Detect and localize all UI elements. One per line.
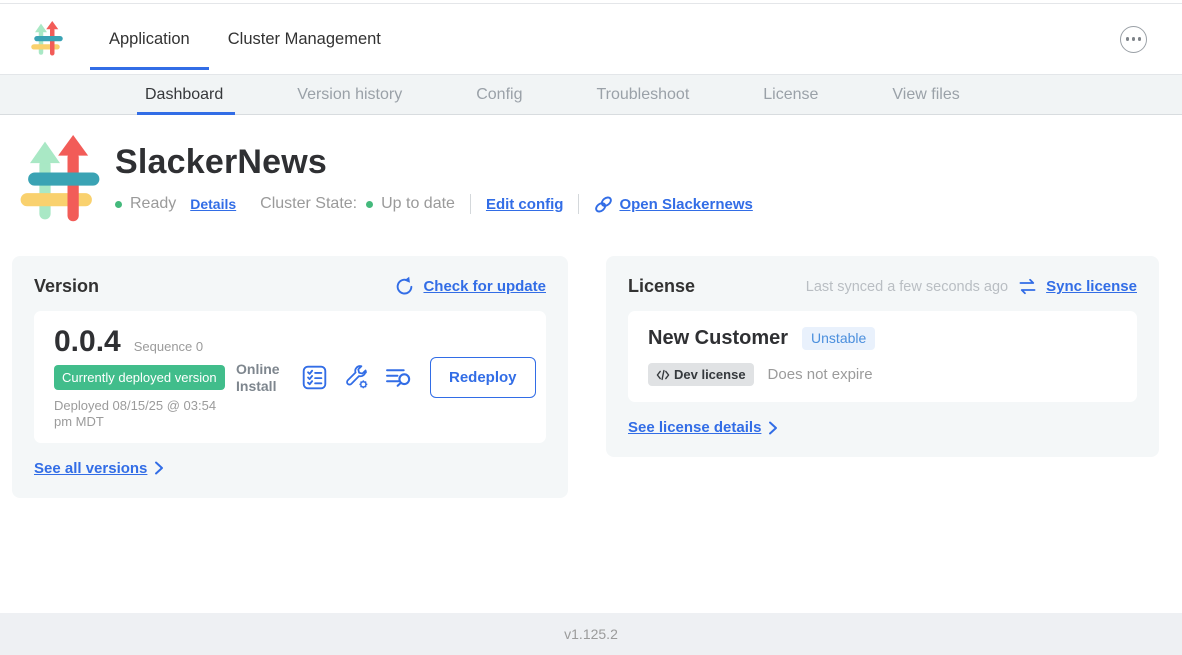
console-footer: v1.125.2 xyxy=(0,613,1182,655)
subnav-tab-view-files[interactable]: View files xyxy=(892,75,959,114)
last-synced-label: Last synced a few seconds ago xyxy=(806,279,1008,295)
config-wrench-gear-icon[interactable] xyxy=(343,364,370,391)
version-card: Version Check for update xyxy=(12,256,568,498)
check-for-update-link[interactable]: Check for update xyxy=(394,276,546,297)
redeploy-button[interactable]: Redeploy xyxy=(430,357,536,398)
code-tag-icon xyxy=(656,369,670,381)
cluster-state-dot xyxy=(366,201,373,208)
app-status-row: Ready Details Cluster State: Up to date … xyxy=(115,194,753,214)
tab-cluster-management-label: Cluster Management xyxy=(228,30,381,49)
app-header: Application Cluster Management xyxy=(0,4,1182,74)
current-version-panel: 0.0.4 Sequence 0 Currently deployed vers… xyxy=(34,311,546,443)
subnav-tab-dashboard-label: Dashboard xyxy=(145,86,223,104)
ellipsis-menu-icon[interactable] xyxy=(1120,26,1147,53)
subnav-tab-config-label: Config xyxy=(476,86,522,104)
open-slackernews-label: Open Slackernews xyxy=(619,196,752,213)
edit-config-link[interactable]: Edit config xyxy=(486,196,564,213)
subnav-tab-troubleshoot[interactable]: Troubleshoot xyxy=(596,75,689,114)
preflight-checklist-icon[interactable] xyxy=(301,364,328,391)
console-version-label: v1.125.2 xyxy=(564,626,618,642)
check-for-update-label: Check for update xyxy=(423,278,546,295)
cluster-state-label: Cluster State: xyxy=(260,195,357,213)
see-license-details-label: See license details xyxy=(628,419,761,436)
ready-status-dot xyxy=(115,201,122,208)
expiration-label: Does not expire xyxy=(768,366,873,383)
subnav-tab-version-history[interactable]: Version history xyxy=(297,75,402,114)
subnav-tab-troubleshoot-label: Troubleshoot xyxy=(596,86,689,104)
chevron-right-icon xyxy=(154,461,164,475)
install-type-label: Online Install xyxy=(236,361,286,395)
tab-cluster-management[interactable]: Cluster Management xyxy=(228,4,381,74)
chevron-right-icon xyxy=(768,421,778,435)
view-logs-icon[interactable] xyxy=(385,365,413,390)
app-heading-block: SlackerNews Ready Details Cluster State:… xyxy=(17,135,1182,225)
sync-license-label: Sync license xyxy=(1046,278,1137,295)
customer-name: New Customer xyxy=(648,327,788,350)
divider xyxy=(470,194,471,214)
license-type-label: Dev license xyxy=(674,367,746,382)
subnav-tab-view-files-label: View files xyxy=(892,86,959,104)
appbar-tabs: Application Cluster Management xyxy=(109,4,381,74)
subnav-tab-license[interactable]: License xyxy=(763,75,818,114)
page: Application Cluster Management Dashboard… xyxy=(0,0,1182,655)
license-card-title: License xyxy=(628,276,695,297)
subnav-tab-version-history-label: Version history xyxy=(297,86,402,104)
dashboard-cards: Version Check for update xyxy=(12,256,1170,498)
channel-badge: Unstable xyxy=(802,327,875,350)
version-number: 0.0.4 xyxy=(54,325,121,359)
deployed-timestamp: Deployed 08/15/25 @ 03:54 pm MDT xyxy=(54,398,236,431)
sync-license-link[interactable]: Sync license xyxy=(1017,278,1137,295)
open-slackernews-link[interactable]: Open Slackernews xyxy=(594,195,752,214)
see-license-details-link[interactable]: See license details xyxy=(628,419,778,436)
main-content: SlackerNews Ready Details Cluster State:… xyxy=(0,115,1182,498)
app-subnav: Dashboard Version history Config Trouble… xyxy=(0,74,1182,115)
details-link[interactable]: Details xyxy=(190,196,236,212)
divider xyxy=(578,194,579,214)
sync-arrows-icon xyxy=(1017,278,1038,295)
slackernews-logo-icon xyxy=(30,21,64,57)
slackernews-logo-large-icon xyxy=(17,135,103,225)
chain-link-icon xyxy=(594,195,613,214)
deployed-badge: Currently deployed version xyxy=(54,365,225,390)
subnav-tab-config[interactable]: Config xyxy=(476,75,522,114)
sequence-label: Sequence 0 xyxy=(134,339,203,354)
license-card: License Last synced a few seconds ago Sy… xyxy=(606,256,1159,457)
tab-application-label: Application xyxy=(109,30,190,49)
cluster-state-value: Up to date xyxy=(381,195,455,213)
license-type-badge: Dev license xyxy=(648,363,754,386)
version-card-title: Version xyxy=(34,276,99,297)
refresh-icon xyxy=(394,276,415,297)
subnav-tab-license-label: License xyxy=(763,86,818,104)
tab-application[interactable]: Application xyxy=(109,4,190,74)
app-state-label: Ready xyxy=(130,195,176,213)
see-all-versions-label: See all versions xyxy=(34,460,147,477)
see-all-versions-link[interactable]: See all versions xyxy=(34,460,164,477)
subnav-tab-dashboard[interactable]: Dashboard xyxy=(145,75,223,114)
license-summary-panel: New Customer Unstable xyxy=(628,311,1137,402)
page-title: SlackerNews xyxy=(115,143,753,182)
